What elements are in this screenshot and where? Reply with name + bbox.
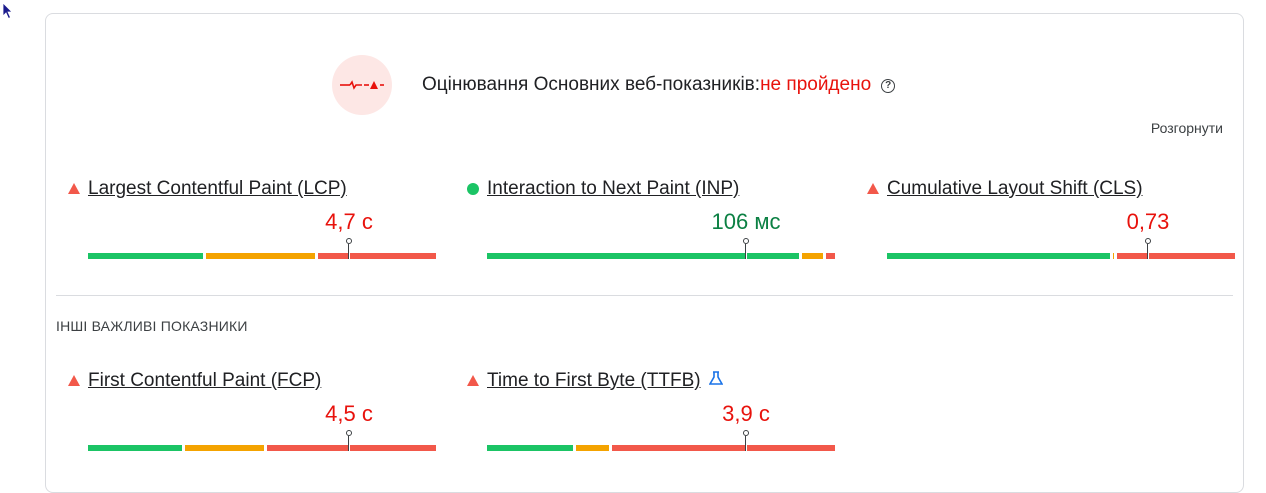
needs-improvement-segment xyxy=(185,445,265,451)
distribution-bar xyxy=(487,445,835,451)
good-segment xyxy=(88,445,183,451)
metric-title: Interaction to Next Paint (INP) xyxy=(487,178,739,200)
metric-1: Largest Contentful Paint (LCP) 4,7 с xyxy=(68,178,436,260)
red-triangle-icon xyxy=(867,183,879,194)
metric-title: Largest Contentful Paint (LCP) xyxy=(88,178,347,200)
assessment-status: не пройдено xyxy=(760,74,872,95)
metric-title: First Contentful Paint (FCP) xyxy=(88,370,321,392)
metric-link[interactable]: Time to First Byte (TTFB) xyxy=(487,370,701,391)
expand-button[interactable]: Розгорнути xyxy=(1151,120,1223,136)
marker-line xyxy=(745,244,747,259)
percentile-marker xyxy=(346,238,352,260)
marker-line xyxy=(348,244,350,259)
core-web-vitals-failed-icon xyxy=(332,55,392,115)
percentile-marker xyxy=(346,430,352,452)
metric-title: Time to First Byte (TTFB) xyxy=(487,370,723,392)
metric-title: Cumulative Layout Shift (CLS) xyxy=(887,178,1143,200)
section-divider xyxy=(56,295,1233,296)
help-icon[interactable]: ? xyxy=(881,79,896,93)
red-triangle-icon xyxy=(68,375,80,386)
needs-improvement-segment xyxy=(205,253,315,259)
metric-link[interactable]: First Contentful Paint (FCP) xyxy=(88,370,321,391)
red-triangle-icon xyxy=(68,183,80,194)
poor-segment xyxy=(612,445,835,451)
assessment-title: Оцінювання Основних веб-показників:не пр… xyxy=(422,74,896,96)
distribution-bar xyxy=(487,253,835,259)
poor-segment xyxy=(826,253,835,259)
poor-segment xyxy=(1116,253,1235,259)
metric-value: 4,7 с xyxy=(325,209,373,234)
metric-value: 0,73 xyxy=(1126,209,1170,234)
percentile-marker xyxy=(743,430,749,452)
metric-link[interactable]: Largest Contentful Paint (LCP) xyxy=(88,178,347,199)
good-segment xyxy=(88,253,203,259)
metric-5: Time to First Byte (TTFB) 3,9 с xyxy=(467,370,835,452)
good-segment xyxy=(487,253,799,259)
needs-improvement-segment xyxy=(575,445,610,451)
metric-value: 4,5 с xyxy=(325,401,373,426)
good-segment xyxy=(887,253,1111,259)
metric-link[interactable]: Cumulative Layout Shift (CLS) xyxy=(887,178,1143,199)
mouse-cursor-icon xyxy=(2,2,13,20)
metric-link[interactable]: Interaction to Next Paint (INP) xyxy=(487,178,739,199)
poor-segment xyxy=(318,253,436,259)
needs-improvement-segment xyxy=(1113,253,1115,259)
green-circle-icon xyxy=(467,183,479,195)
assessment-label: Оцінювання Основних веб-показників: xyxy=(422,74,761,95)
percentile-marker xyxy=(743,238,749,260)
metric-2: Interaction to Next Paint (INP) 106 мс xyxy=(467,178,835,260)
distribution-bar xyxy=(88,253,436,259)
distribution-bar xyxy=(88,445,436,451)
red-triangle-icon xyxy=(467,375,479,386)
metric-value: 106 мс xyxy=(711,209,781,234)
marker-line xyxy=(1147,244,1149,259)
distribution-bar xyxy=(887,253,1235,259)
marker-line xyxy=(745,436,747,451)
needs-improvement-segment xyxy=(801,253,824,259)
assessment-header: Оцінювання Основних веб-показників:не пр… xyxy=(332,54,896,116)
metric-3: Cumulative Layout Shift (CLS) 0,73 xyxy=(867,178,1235,260)
other-metrics-heading: ІНШІ ВАЖЛИВІ ПОКАЗНИКИ xyxy=(56,318,248,334)
metric-4: First Contentful Paint (FCP) 4,5 с xyxy=(68,370,436,452)
metric-value: 3,9 с xyxy=(722,401,770,426)
core-web-vitals-card: Оцінювання Основних веб-показників:не пр… xyxy=(45,13,1244,493)
marker-line xyxy=(348,436,350,451)
percentile-marker xyxy=(1145,238,1151,260)
good-segment xyxy=(487,445,573,451)
experimental-flask-icon xyxy=(708,371,723,385)
